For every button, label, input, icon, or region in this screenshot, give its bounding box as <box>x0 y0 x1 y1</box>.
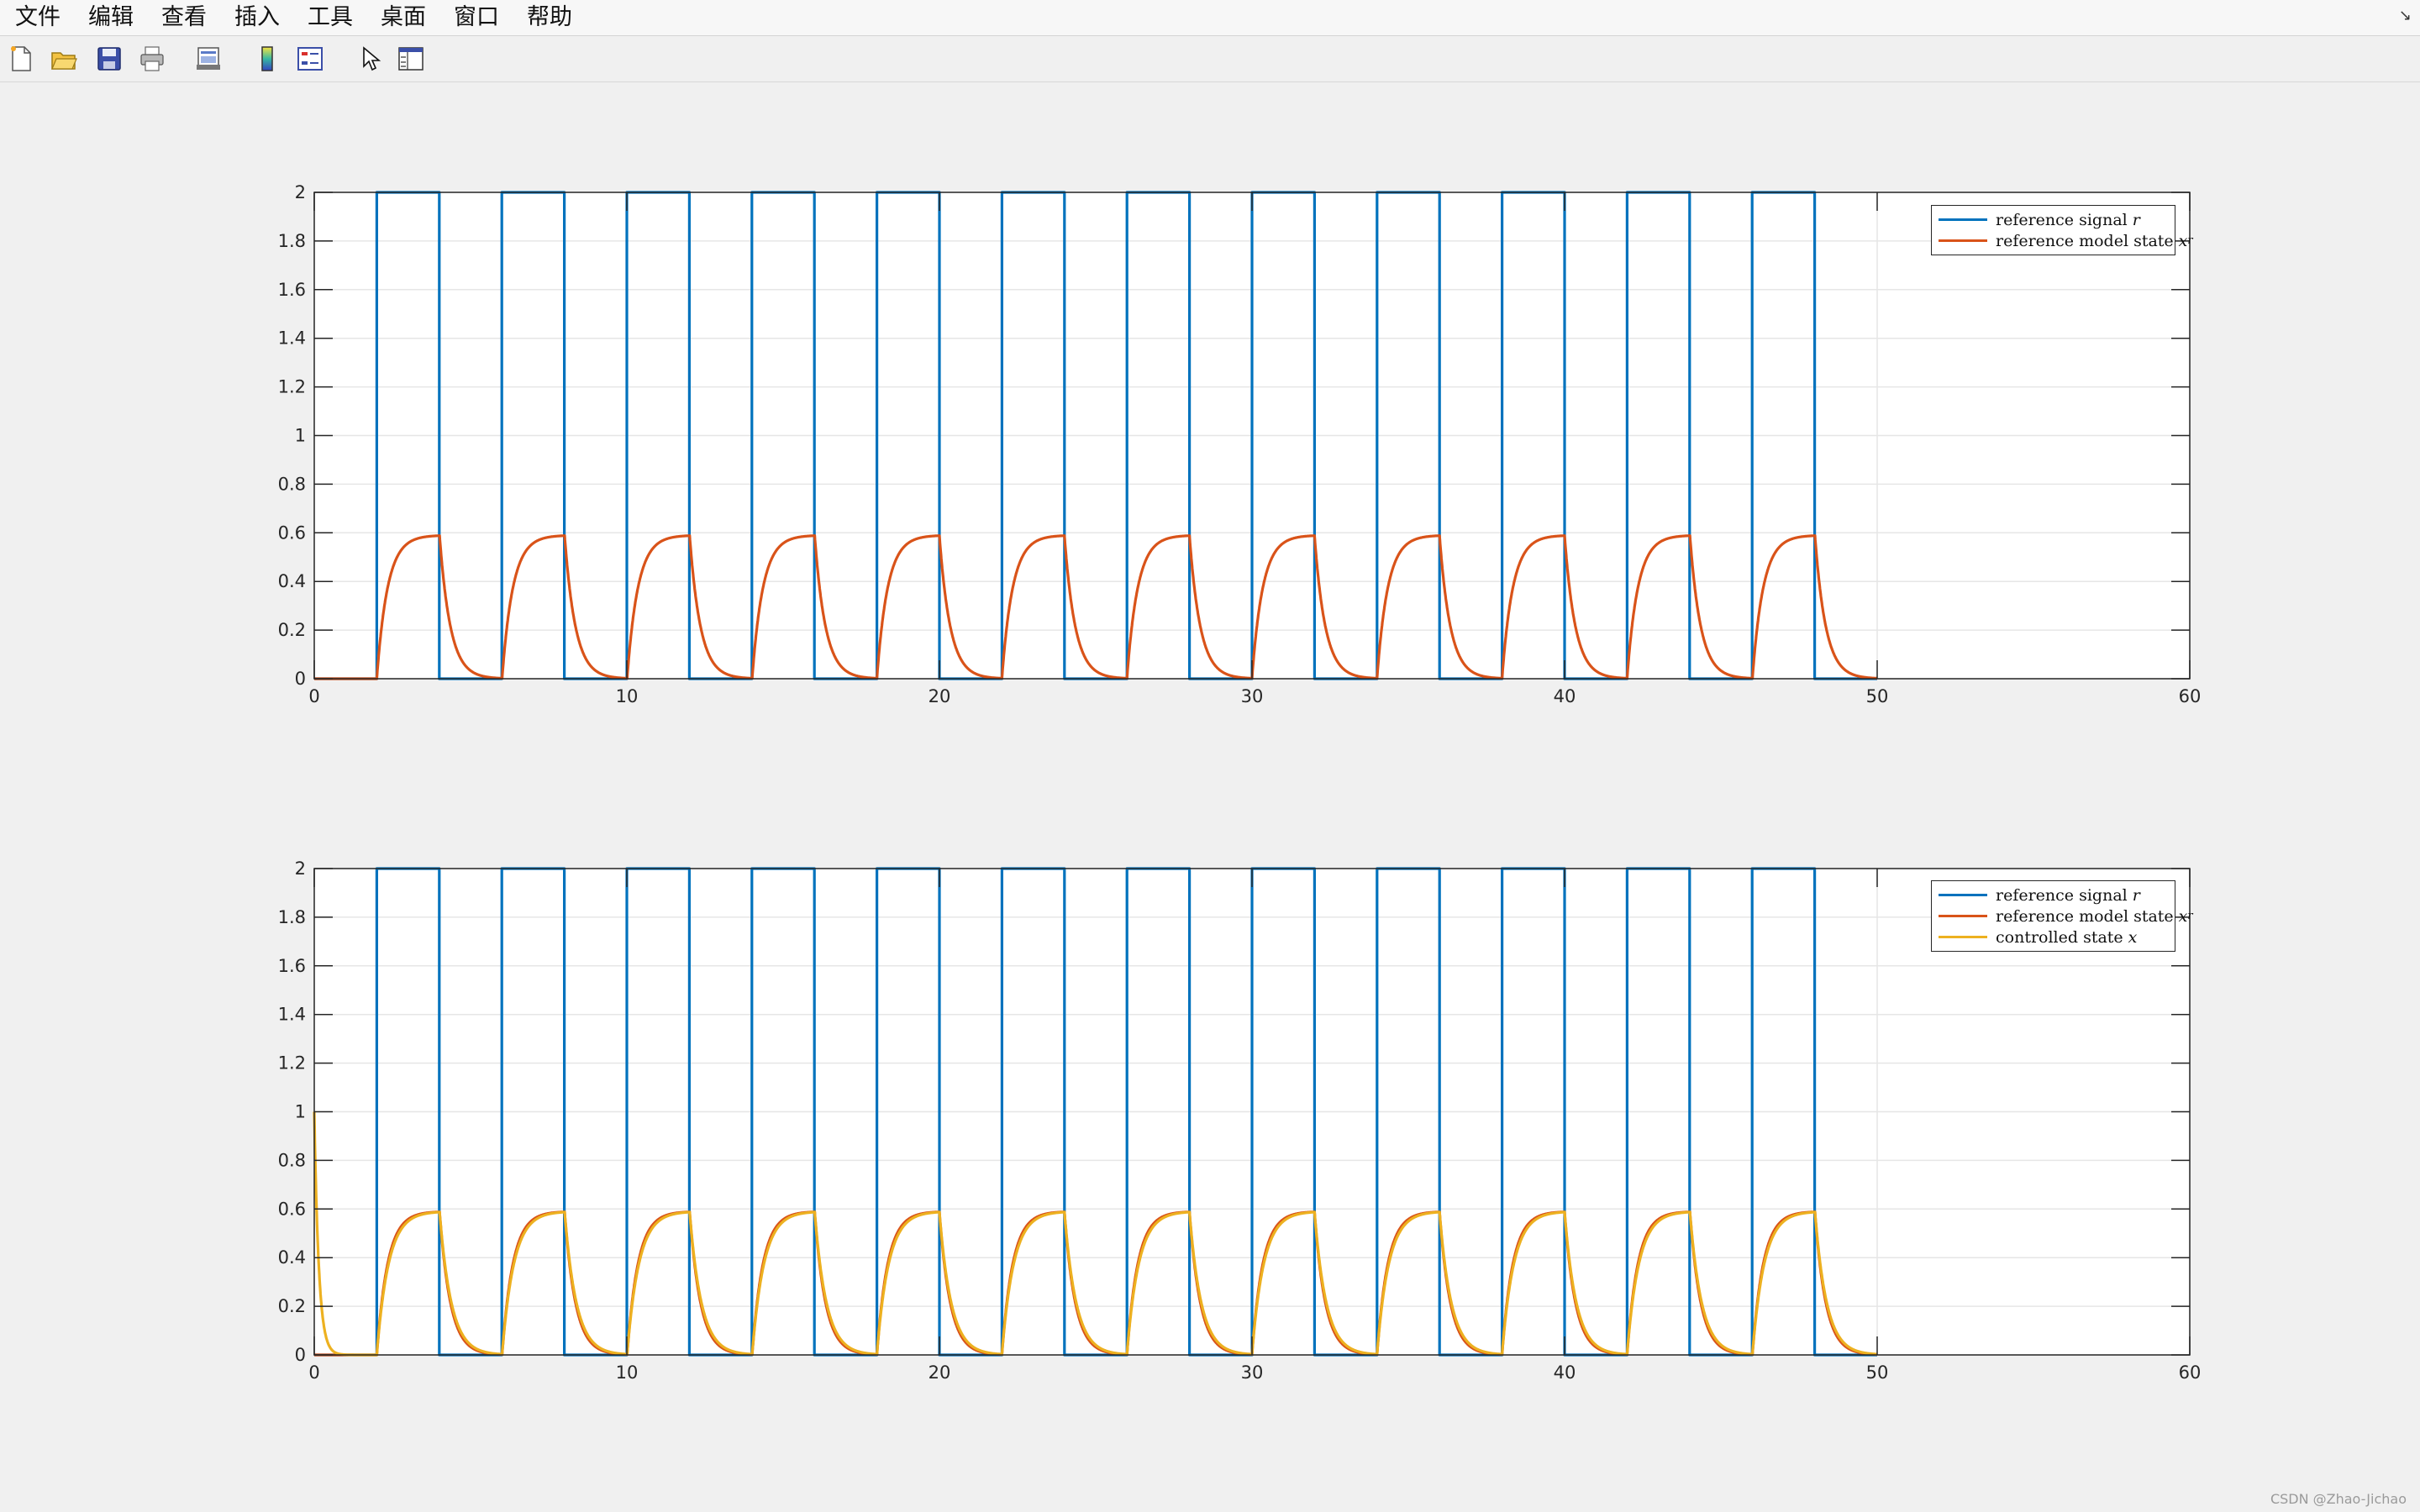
y-tick-label: 1.6 <box>278 280 306 300</box>
open-file-icon[interactable] <box>50 45 78 73</box>
y-tick-label: 0.4 <box>278 571 306 591</box>
x-tick-label: 40 <box>1554 686 1576 706</box>
legend-swatch-controlled <box>1939 936 1987 938</box>
dock-arrow-icon[interactable]: ↘ <box>2399 7 2412 24</box>
y-tick-label: 0 <box>295 669 306 689</box>
plot-canvas: 00.20.40.60.811.21.41.61.820 10 20 30 40 50 60… <box>278 182 2202 1383</box>
legend-swatch-reference <box>1939 894 1987 896</box>
x-tick-label: 20 <box>929 1362 951 1383</box>
y-tick-label: 1 <box>295 426 306 446</box>
menu-window[interactable]: 窗口 <box>438 0 511 35</box>
x-tick-label: 60 <box>2179 1362 2202 1383</box>
print-icon[interactable] <box>138 45 166 73</box>
menu-help[interactable]: 帮助 <box>511 0 584 35</box>
figure-toolbar <box>0 36 2420 82</box>
y-tick-label: 0.2 <box>278 1296 306 1316</box>
x-tick-label: 50 <box>1866 686 1889 706</box>
watermark: CSDN @Zhao-Jichao <box>2270 1491 2407 1507</box>
new-figure-icon[interactable] <box>7 45 35 73</box>
legend-swatch-model <box>1939 915 1987 917</box>
x-tick-label: 30 <box>1241 1362 1264 1383</box>
legend-top[interactable]: reference signal r reference model state… <box>1931 205 2193 255</box>
figure-canvas: 0 0.2 0.4 0.6 0.8 1 1.2 1.4 1.6 1.8 2 0 10 20 30 40 50 60… <box>0 82 2420 1512</box>
x-tick-label: 10 <box>616 1362 639 1383</box>
legend-entry-reference-signal: reference signal r <box>1939 209 2168 230</box>
x-tick-label: 10 <box>616 686 639 706</box>
y-tick-label: 1 <box>295 1102 306 1122</box>
x-tick-label: 20 <box>929 686 951 706</box>
x-tick-label: 30 <box>1241 686 1264 706</box>
legend-bottom[interactable]: reference signal r reference model state… <box>1931 880 2193 952</box>
save-icon[interactable] <box>95 45 124 73</box>
menu-insert[interactable]: 插入 <box>218 0 292 35</box>
y-tick-label: 2 <box>295 182 306 202</box>
property-editor-icon[interactable] <box>397 45 425 73</box>
x-tick-label: 60 <box>2179 686 2202 706</box>
legend-swatch-model <box>1939 239 1987 242</box>
menu-file[interactable]: 文件 <box>0 0 72 35</box>
x-tick-label: 50 <box>1866 1362 1889 1383</box>
y-tick-label: 1.2 <box>278 1053 306 1074</box>
menu-tools[interactable]: 工具 <box>292 0 365 35</box>
y-tick-label: 0.8 <box>278 1150 306 1170</box>
y-tick-label: 0.2 <box>278 620 306 640</box>
legend-entry-reference-model-state: reference model state xr <box>1939 906 2193 927</box>
y-tick-label: 1.4 <box>278 328 306 349</box>
y-tick-label: 1.6 <box>278 956 306 976</box>
legend-swatch-reference <box>1939 218 1987 221</box>
menu-view[interactable]: 查看 <box>145 0 218 35</box>
y-tick-label: 2 <box>295 858 306 879</box>
legend-entry-reference-signal: reference signal r <box>1939 885 2168 906</box>
y-tick-label: 0.4 <box>278 1247 306 1268</box>
x-tick-label: 0 <box>308 686 319 706</box>
y-tick-label: 0.8 <box>278 474 306 494</box>
menu-bar: 文件 编辑 查看 插入 工具 桌面 窗口 帮助 ↘ <box>0 0 2420 36</box>
legend-entry-reference-model-state: reference model state xr <box>1939 230 2193 251</box>
colorbar-icon[interactable] <box>253 45 281 73</box>
legend-entry-controlled-state: controlled state x <box>1939 927 2168 948</box>
y-tick-label: 1.8 <box>278 231 306 251</box>
y-tick-label: 1.2 <box>278 377 306 397</box>
y-tick-label: 1.4 <box>278 1005 306 1025</box>
legend-icon[interactable] <box>296 45 324 73</box>
menu-desktop[interactable]: 桌面 <box>365 0 438 35</box>
print-preview-icon[interactable] <box>194 45 223 73</box>
x-tick-label: 0 <box>308 1362 319 1383</box>
y-tick-label: 0 <box>295 1345 306 1365</box>
menu-edit[interactable]: 编辑 <box>72 0 145 35</box>
y-tick-label: 0.6 <box>278 522 306 543</box>
y-tick-label: 1.8 <box>278 907 306 927</box>
y-tick-label: 0.6 <box>278 1199 306 1219</box>
pointer-icon[interactable] <box>355 45 384 73</box>
x-tick-label: 40 <box>1554 1362 1576 1383</box>
